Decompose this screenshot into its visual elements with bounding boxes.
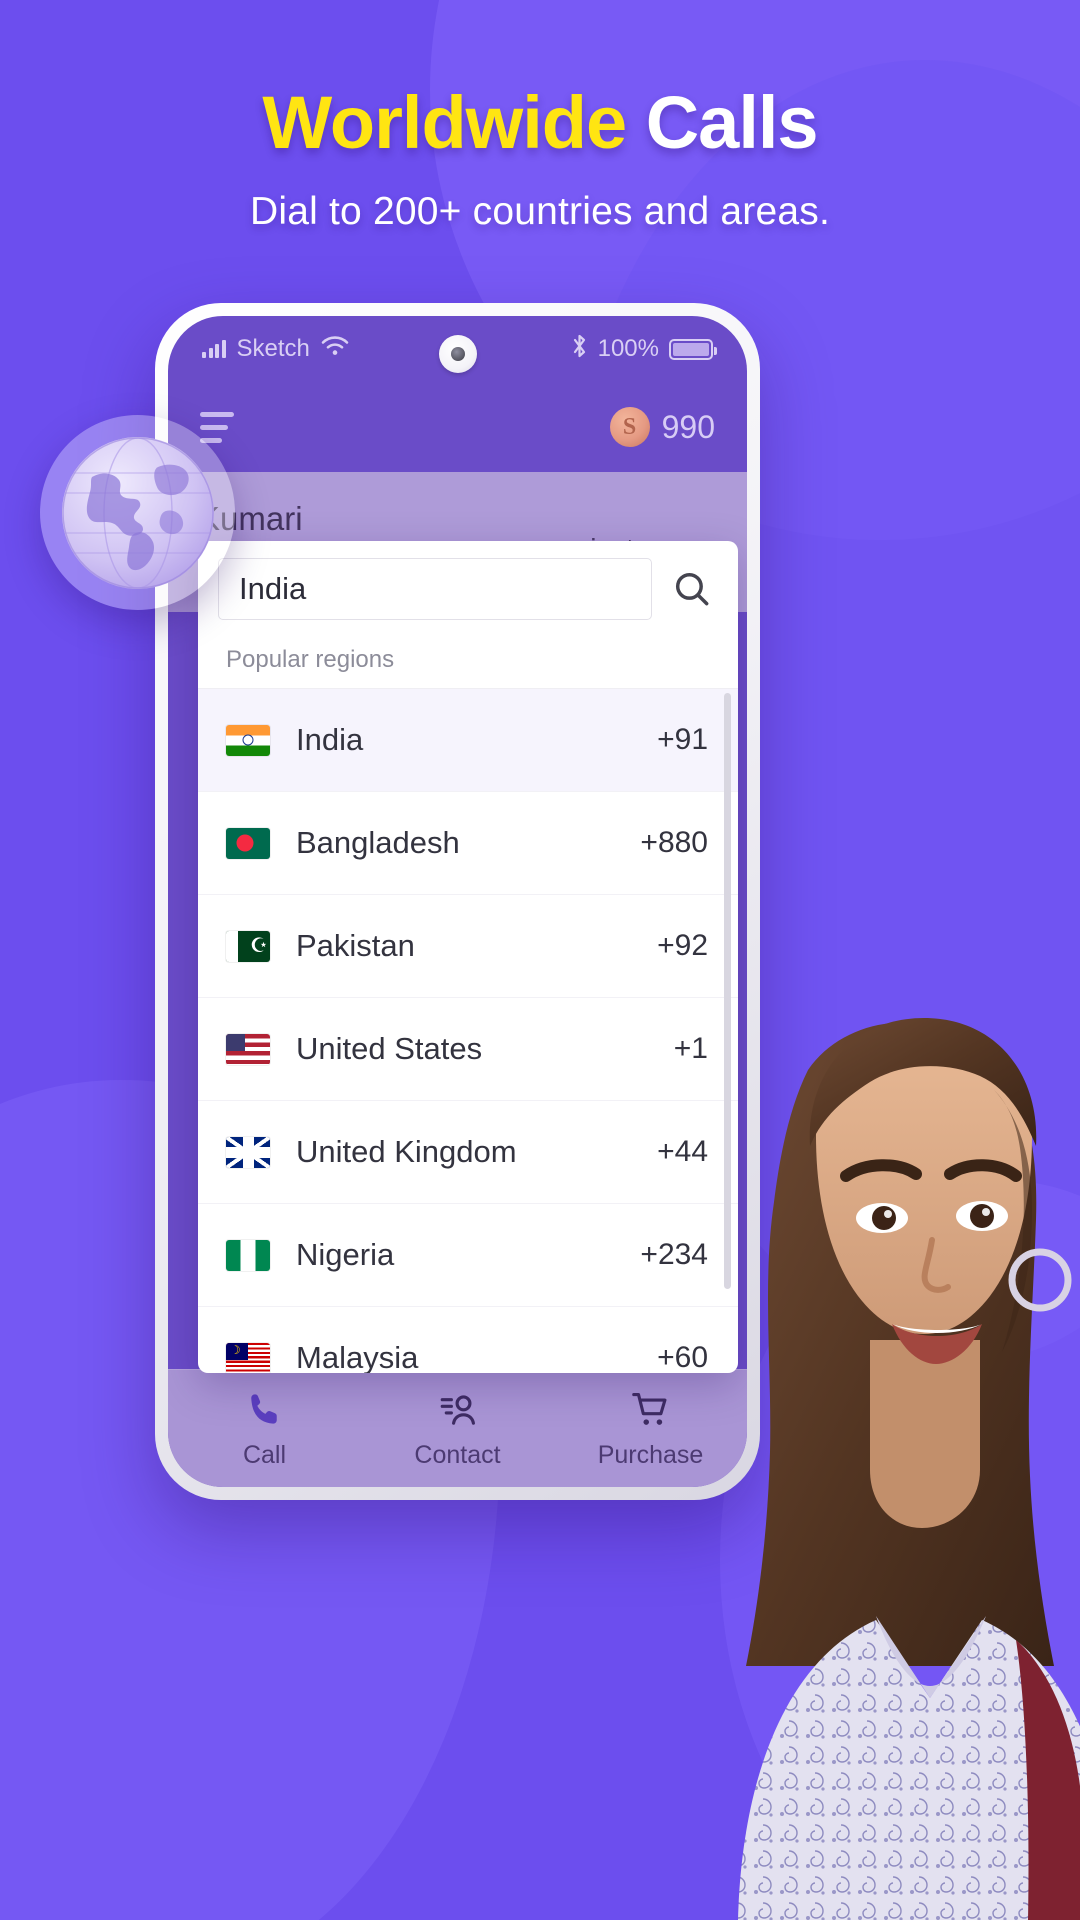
country-search-bar: India [198, 541, 738, 636]
country-name: Malaysia [296, 1340, 419, 1373]
country-row[interactable]: Bangladesh +880 [198, 792, 738, 895]
bluetooth-icon [571, 334, 588, 365]
country-name: United States [296, 1031, 483, 1066]
search-icon[interactable] [670, 567, 714, 611]
coin-balance[interactable]: S 990 [609, 407, 715, 447]
flag-icon [226, 930, 270, 962]
list-section-label: Popular regions [198, 636, 738, 689]
country-dial-code: +91 [657, 723, 708, 756]
country-dial-code: +880 [640, 826, 708, 859]
nav-label-call: Call [242, 1440, 287, 1469]
country-name: Bangladesh [296, 825, 460, 860]
person-photo [620, 910, 1080, 1920]
signal-bars-icon [202, 340, 226, 358]
flag-icon [226, 827, 270, 859]
coin-balance-amount: 990 [661, 408, 715, 445]
headline-rest: Calls [645, 81, 819, 164]
country-name: Nigeria [296, 1237, 395, 1272]
globe-badge [40, 415, 235, 610]
battery-icon [669, 338, 717, 360]
headline-highlight: Worldwide [262, 81, 627, 164]
contact-icon [436, 1388, 480, 1432]
flag-icon [226, 1239, 270, 1271]
coin-icon: S [609, 407, 650, 447]
promo-headline: Worldwide Calls [0, 86, 1080, 160]
country-name: United Kingdom [296, 1134, 517, 1169]
flag-icon [226, 1136, 270, 1168]
flag-icon [226, 1342, 270, 1373]
app-header: S 990 [168, 382, 747, 472]
nav-label-contact: Contact [414, 1440, 501, 1469]
search-input[interactable]: India [218, 557, 652, 620]
country-name: India [296, 722, 364, 757]
country-row[interactable]: India +91 [198, 689, 738, 792]
nav-item-call[interactable]: Call [168, 1388, 361, 1470]
front-camera-icon [438, 335, 477, 373]
promo-page: Worldwide Calls Dial to 200+ countries a… [0, 0, 1080, 1920]
carrier-label: Sketch [236, 335, 310, 362]
flag-icon [226, 724, 270, 756]
flag-icon [226, 1033, 270, 1065]
country-name: Pakistan [296, 928, 415, 963]
wifi-icon [321, 335, 349, 364]
phone-icon [243, 1388, 287, 1432]
nav-item-contact[interactable]: Contact [361, 1388, 554, 1470]
battery-percent-label: 100% [597, 335, 659, 362]
globe-icon [61, 436, 214, 589]
promo-subheadline: Dial to 200+ countries and areas. [249, 190, 831, 233]
